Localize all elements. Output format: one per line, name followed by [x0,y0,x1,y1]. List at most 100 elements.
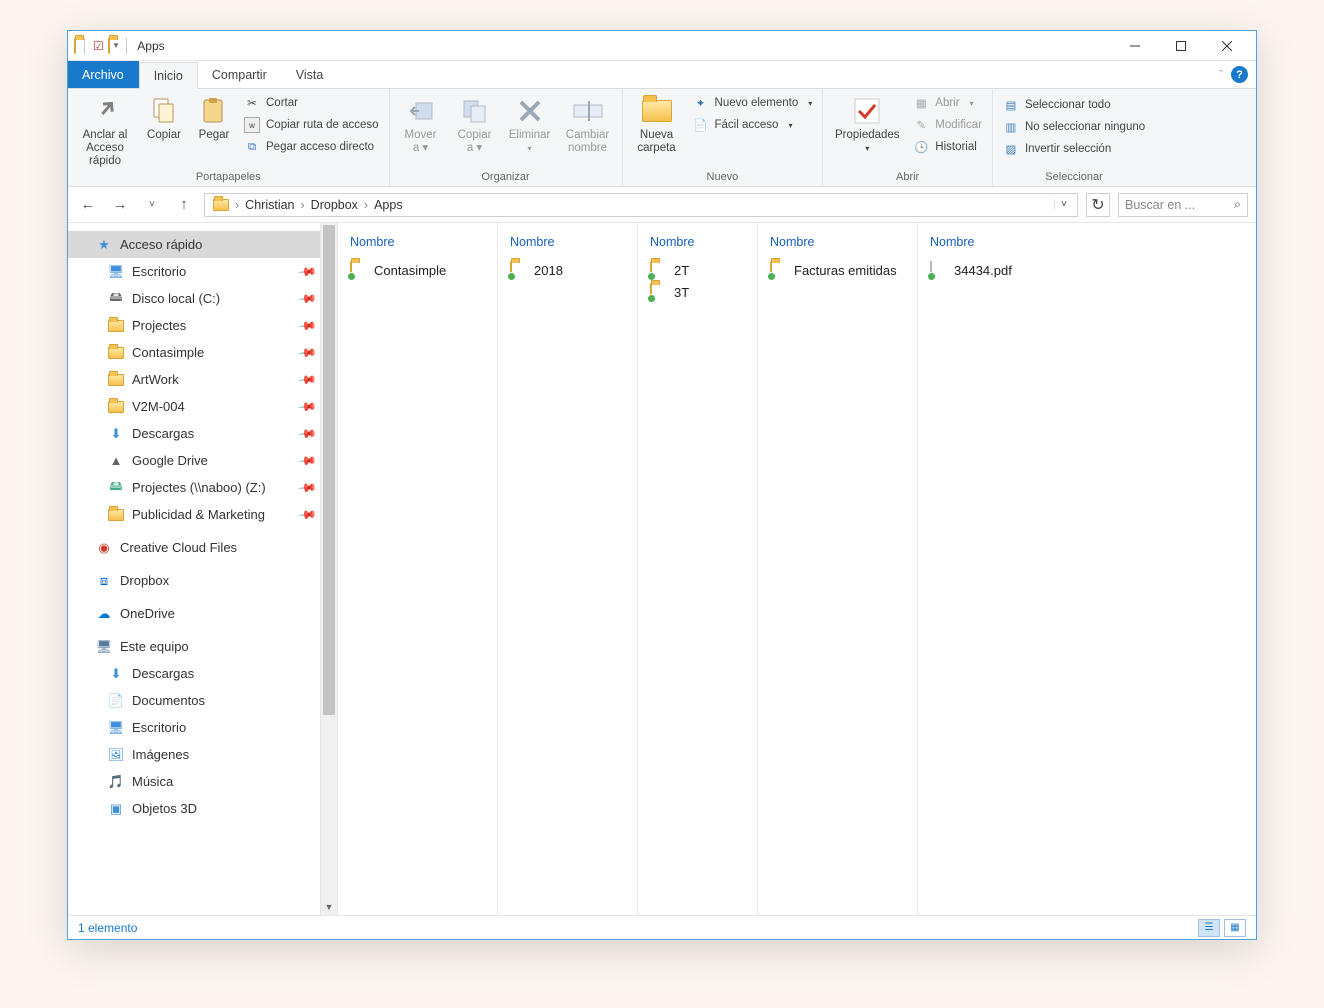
address-bar[interactable]: › Christian › Dropbox › Apps ˅ [204,193,1078,217]
pin-icon: 📌 [300,454,315,468]
column-header[interactable]: Nombre [644,231,751,259]
seleccionar-ninguno-button[interactable]: ▥No seleccionar ninguno [999,117,1149,137]
sync-icon [507,272,516,281]
column-2: Nombre 2018 [498,223,638,915]
refresh-button[interactable]: ↻ [1086,193,1110,217]
facil-acceso-button[interactable]: 📄Fácil acceso▾ [689,115,817,135]
shortcut-icon: ⧉ [244,139,260,155]
propiedades-button[interactable]: Propiedades ▾ [829,91,905,153]
tree-item[interactable]: Publicidad & Marketing📌 [68,501,337,528]
maximize-button[interactable] [1158,31,1204,61]
breadcrumb-item[interactable]: Apps [368,198,409,212]
rename-icon [572,95,604,127]
tree-item[interactable]: 🖥Escritorio📌 [68,258,337,285]
pegar-button[interactable]: Pegar [192,91,236,142]
tree-item[interactable]: 🖼Imágenes [68,741,337,768]
qat-properties-icon[interactable]: ☑ [93,39,104,53]
list-item[interactable]: 2T [644,259,751,281]
tree-item[interactable]: 📄Documentos [68,687,337,714]
tree-item[interactable]: ⬇Descargas [68,660,337,687]
scroll-thumb[interactable] [323,225,335,715]
list-item[interactable]: 3T [644,281,751,303]
up-button[interactable]: ↑ [172,196,196,213]
sync-icon [647,294,656,303]
mover-a-button[interactable]: Mover a ▾ [396,91,446,155]
list-item[interactable]: Facturas emitidas [764,259,911,281]
pictures-icon: 🖼 [108,747,124,763]
tree-item[interactable]: 🖴Disco local (C:)📌 [68,285,337,312]
sync-icon [347,272,356,281]
address-dropdown-icon[interactable]: ˅ [1054,199,1073,210]
pegar-acceso-button[interactable]: ⧉Pegar acceso directo [240,137,383,157]
pin-icon: 📌 [300,400,315,414]
qat-dropdown-icon[interactable]: ▾ [114,40,119,51]
nueva-carpeta-button[interactable]: Nueva carpeta [629,91,685,155]
column-header[interactable]: Nombre [924,231,1250,259]
tab-archivo[interactable]: Archivo [68,61,139,88]
pin-icon: 📌 [300,265,315,279]
tree-dropbox[interactable]: ⧈Dropbox [68,567,337,594]
historial-button[interactable]: 🕓Historial [909,137,986,157]
explorer-window: ☑ ▾ Apps Archivo Inicio Compartir Vista … [67,30,1257,940]
search-box[interactable]: Buscar en ... ⌕ [1118,193,1248,217]
tree-item[interactable]: 🎵Música [68,768,337,795]
list-item[interactable]: 2018 [504,259,631,281]
tree-item[interactable]: 🖴Projectes (\\naboo) (Z:)📌 [68,474,337,501]
tree-item[interactable]: ⬇Descargas📌 [68,420,337,447]
nuevo-elemento-button[interactable]: ✦Nuevo elemento▾ [689,93,817,113]
delete-icon [514,95,546,127]
invertir-seleccion-button[interactable]: ▨Invertir selección [999,139,1149,159]
abrir-button[interactable]: ▦Abrir▾ [909,93,986,113]
close-button[interactable] [1204,31,1250,61]
tree-item[interactable]: Projectes📌 [68,312,337,339]
tree-item[interactable]: ▣Objetos 3D [68,795,337,822]
tree-item[interactable]: V2M-004📌 [68,393,337,420]
minimize-button[interactable] [1112,31,1158,61]
copiar-ruta-button[interactable]: wCopiar ruta de acceso [240,115,383,135]
breadcrumb-item[interactable]: Dropbox [305,198,364,212]
tree-scrollbar[interactable]: ▲ ▼ [320,223,337,915]
tab-vista[interactable]: Vista [282,61,339,88]
sync-icon [767,272,776,281]
list-item[interactable]: 34434.pdf [924,259,1250,281]
tree-onedrive[interactable]: ☁OneDrive [68,600,337,627]
tree-this-pc[interactable]: 🖥Este equipo [68,633,337,660]
list-item[interactable]: Contasimple [344,259,491,281]
new-folder-icon [641,95,673,127]
tab-compartir[interactable]: Compartir [198,61,282,88]
help-icon[interactable]: ? [1231,66,1248,83]
icons-view-button[interactable]: ▦ [1224,919,1246,937]
collapse-ribbon-icon[interactable]: ˆ [1219,69,1223,81]
modificar-button[interactable]: ✎Modificar [909,115,986,135]
scroll-down-icon[interactable]: ▼ [321,898,337,915]
recent-dropdown-icon[interactable]: ˅ [140,199,164,210]
breadcrumb-item[interactable]: Christian [239,198,300,212]
tree-item[interactable]: Contasimple📌 [68,339,337,366]
easy-access-icon: 📄 [693,117,709,133]
ribbon-group-abrir: Propiedades ▾ ▦Abrir▾ ✎Modificar 🕓Histor… [823,89,993,186]
cambiar-nombre-button[interactable]: Cambiar nombre [560,91,616,155]
anclar-button[interactable]: Anclar al Acceso rápido [74,91,136,169]
creative-cloud-icon: ◉ [96,540,112,556]
tab-inicio[interactable]: Inicio [139,62,198,89]
tree-quick-access[interactable]: ★Acceso rápido [68,231,337,258]
forward-button[interactable]: → [108,196,132,213]
column-header[interactable]: Nombre [344,231,491,259]
tree-item[interactable]: ArtWork📌 [68,366,337,393]
column-3: Nombre 2T 3T [638,223,758,915]
tree-creative-cloud[interactable]: ◉Creative Cloud Files [68,534,337,561]
cortar-button[interactable]: ✂Cortar [240,93,383,113]
details-view-button[interactable]: ☰ [1198,919,1220,937]
back-button[interactable]: ← [76,196,100,213]
copiar-a-button[interactable]: Copiar a ▾ [450,91,500,155]
tree-item[interactable]: 🖥Escritorio [68,714,337,741]
downloads-icon: ⬇ [108,426,124,442]
sync-icon [927,272,936,281]
copiar-button[interactable]: Copiar [140,91,188,142]
tree-item[interactable]: ▲Google Drive📌 [68,447,337,474]
seleccionar-todo-button[interactable]: ▤Seleccionar todo [999,95,1149,115]
column-header[interactable]: Nombre [504,231,631,259]
column-header[interactable]: Nombre [764,231,911,259]
onedrive-icon: ☁ [96,606,112,622]
eliminar-button[interactable]: Eliminar ▾ [504,91,556,153]
